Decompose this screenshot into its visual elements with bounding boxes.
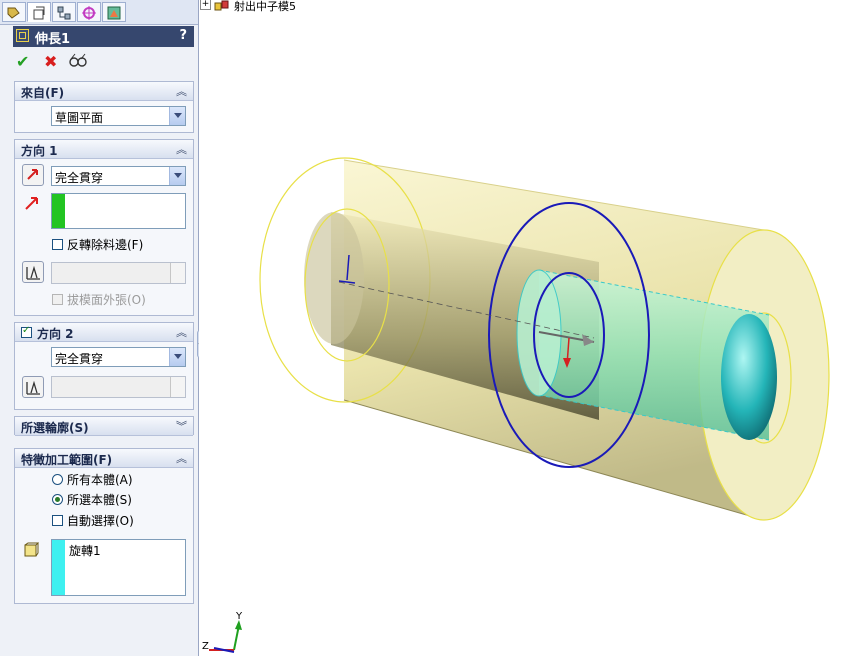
- direction2-end-condition[interactable]: 完全貫穿: [51, 347, 186, 367]
- all-bodies-label: 所有本體(A): [67, 473, 133, 487]
- direction2-label: 方向 2: [37, 327, 74, 341]
- tab-configuration-manager[interactable]: [52, 2, 76, 22]
- all-bodies-radio[interactable]: [52, 474, 63, 485]
- selected-contours-section: 所選輪廓(S) ︾: [14, 416, 194, 436]
- help-button[interactable]: ?: [179, 28, 187, 43]
- selection-color-swatch: [52, 540, 65, 595]
- manager-tabs: [0, 0, 198, 25]
- draft-outward-checkbox[interactable]: [52, 294, 63, 305]
- feature-scope-label: 特徵加工範圍(F): [21, 453, 113, 467]
- property-icon: [33, 6, 45, 20]
- cancel-x-icon[interactable]: ✖: [44, 52, 57, 71]
- tree-expand-toggle[interactable]: +: [200, 0, 211, 10]
- from-select-value: 草圖平面: [55, 111, 104, 125]
- selected-contours-header[interactable]: 所選輪廓(S) ︾: [15, 417, 193, 436]
- crosshair-icon: [82, 6, 96, 20]
- draft-angle-field-2[interactable]: [51, 376, 186, 398]
- spin-down-icon[interactable]: [170, 387, 185, 397]
- selected-bodies-label: 所選本體(S): [67, 493, 132, 507]
- chevron-up-icon[interactable]: ︽: [176, 324, 187, 340]
- solid-body-icon: [24, 542, 39, 557]
- bodies-to-affect-list[interactable]: 旋轉1: [51, 539, 186, 596]
- property-manager: 伸長1 ? ✔ ✖ 來自(F) ︽ 草圖平面 方向 1 ︽ 完全貫穿 反轉除料邊…: [0, 0, 199, 656]
- configuration-icon: [57, 6, 71, 20]
- dropdown-arrow-icon[interactable]: [169, 107, 185, 125]
- chevron-up-icon[interactable]: ︽: [176, 83, 187, 99]
- display-icon: [107, 6, 121, 20]
- flip-side-checkbox[interactable]: [52, 239, 63, 250]
- spin-down-icon[interactable]: [170, 273, 185, 283]
- auto-select-checkbox[interactable]: [52, 515, 63, 526]
- feature-scope-header[interactable]: 特徵加工範圍(F) ︽: [15, 449, 193, 468]
- feature-title: 伸長1: [35, 32, 71, 47]
- tree-item-part[interactable]: 射出中子模5: [234, 0, 296, 14]
- tab-property-manager[interactable]: [27, 2, 51, 22]
- ok-check-icon[interactable]: ✔: [16, 52, 29, 71]
- auto-select-label: 自動選擇(O): [67, 514, 134, 528]
- model-view: [209, 157, 830, 653]
- direction1-end-condition[interactable]: 完全貫穿: [51, 166, 186, 186]
- draft-icon: [26, 265, 40, 280]
- direction2-section: 方向 2 ︽ 完全貫穿: [14, 322, 194, 410]
- reverse-direction-button[interactable]: [22, 164, 44, 186]
- draft-icon: [26, 380, 40, 395]
- direction1-section: 方向 1 ︽ 完全貫穿 反轉除料邊(F) 拔模面外張(O): [14, 139, 194, 316]
- tab-dimxpert[interactable]: [77, 2, 101, 22]
- preview-glasses-icon[interactable]: [68, 52, 88, 72]
- direction1-label: 方向 1: [21, 144, 58, 158]
- triad-y-label: Y: [236, 611, 243, 622]
- extrude-feature-icon: [16, 29, 29, 42]
- feature-title-bar: 伸長1 ?: [13, 26, 194, 47]
- draft-toggle-button[interactable]: [22, 261, 44, 283]
- draft-outward-label: 拔模面外張(O): [67, 293, 146, 307]
- view-triad: [209, 620, 242, 653]
- graphics-area[interactable]: Y Z: [199, 0, 852, 656]
- reverse-arrow-icon: [27, 169, 38, 180]
- chevron-down-icon[interactable]: ︾: [176, 418, 187, 434]
- draft-toggle-button-2[interactable]: [22, 376, 44, 398]
- feature-tree-icon: [7, 7, 20, 19]
- chevron-up-icon[interactable]: ︽: [176, 450, 187, 466]
- tab-feature-manager[interactable]: [2, 2, 26, 22]
- from-section-header[interactable]: 來自(F) ︽: [15, 82, 193, 101]
- feature-scope-section: 特徵加工範圍(F) ︽ 所有本體(A) 所選本體(S) 自動選擇(O) 旋轉1: [14, 448, 194, 604]
- direction2-header[interactable]: 方向 2 ︽: [15, 323, 193, 342]
- selected-bodies-radio[interactable]: [52, 494, 63, 505]
- direction-arrow-icon: [25, 197, 38, 210]
- dropdown-arrow-icon[interactable]: [169, 348, 185, 366]
- from-section: 來自(F) ︽ 草圖平面: [14, 81, 194, 133]
- selected-contours-label: 所選輪廓(S): [21, 421, 89, 435]
- draft-angle-field[interactable]: [51, 262, 186, 284]
- spin-up-icon[interactable]: [170, 377, 185, 387]
- selection-color-swatch: [52, 194, 65, 228]
- direction1-header[interactable]: 方向 1 ︽: [15, 140, 193, 159]
- flip-side-label: 反轉除料邊(F): [67, 238, 144, 252]
- chevron-up-icon[interactable]: ︽: [176, 141, 187, 157]
- triad-z-label: Z: [202, 641, 209, 652]
- list-item[interactable]: 旋轉1: [69, 542, 101, 559]
- part-icon: [214, 0, 229, 11]
- tab-display-manager[interactable]: [102, 2, 126, 22]
- dropdown-arrow-icon[interactable]: [169, 167, 185, 185]
- from-section-label: 來自(F): [21, 86, 65, 100]
- direction1-end-condition-value: 完全貫穿: [55, 171, 104, 185]
- direction1-reference-list[interactable]: [51, 193, 186, 229]
- spin-up-icon[interactable]: [170, 263, 185, 273]
- direction2-end-condition-value: 完全貫穿: [55, 352, 104, 366]
- from-select[interactable]: 草圖平面: [51, 106, 186, 126]
- direction2-enable-checkbox[interactable]: [21, 325, 32, 338]
